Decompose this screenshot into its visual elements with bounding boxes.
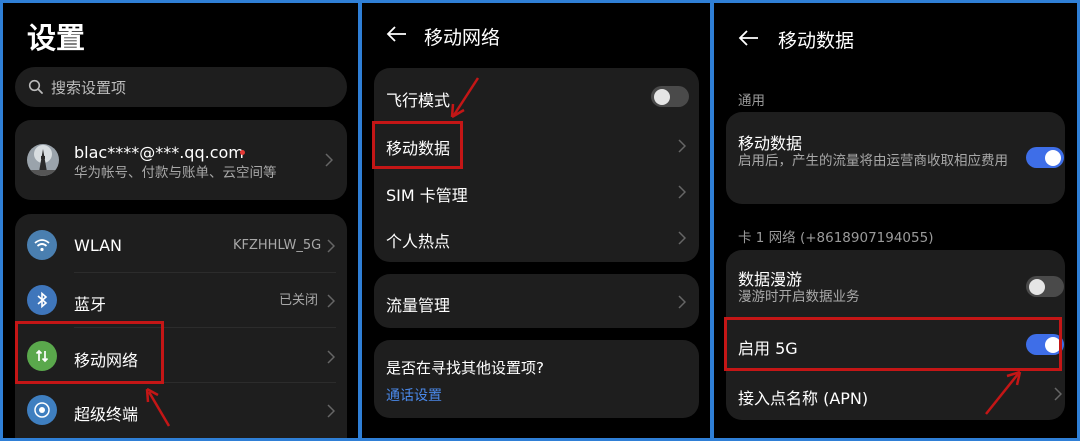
red-arrow	[145, 387, 171, 427]
account-email: blac****@***.qq.com	[74, 143, 244, 162]
settings-item-super-device[interactable]: 超级终端	[15, 382, 347, 437]
chevron-right-icon	[678, 139, 686, 153]
chevron-right-icon	[325, 153, 333, 167]
notification-dot	[240, 150, 245, 155]
item-label: 蓝牙	[74, 295, 107, 314]
chevron-right-icon	[678, 295, 686, 309]
traffic-management-row[interactable]: 流量管理	[374, 274, 699, 328]
page-title: 设置	[27, 21, 86, 55]
item-label: WLAN	[74, 236, 123, 255]
search-more-prompt: 是否在寻找其他设置项?	[386, 359, 544, 377]
data-roaming-toggle[interactable]	[1026, 276, 1064, 297]
search-icon	[28, 79, 44, 95]
chevron-right-icon	[678, 231, 686, 245]
row-label: 飞行模式	[386, 91, 451, 110]
back-arrow-icon[interactable]	[738, 27, 760, 49]
account-desc: 华为帐号、付款与账单、云空间等	[74, 165, 277, 181]
data-roaming-row[interactable]: 数据漫游 漫游时开启数据业务	[726, 250, 1065, 316]
chevron-right-icon	[327, 239, 335, 253]
avatar	[27, 144, 59, 176]
sim-card-row[interactable]: SIM 卡管理	[374, 168, 699, 214]
more-settings-card: 是否在寻找其他设置项? 通话设置	[374, 340, 699, 418]
mobile-data-toggle[interactable]	[1026, 147, 1064, 168]
section-header-card1: 卡 1 网络 (+8618907194055)	[738, 230, 934, 246]
row-desc: 漫游时开启数据业务	[738, 289, 860, 305]
row-label: 个人热点	[386, 232, 451, 251]
account-card[interactable]: blac****@***.qq.com 华为帐号、付款与账单、云空间等	[15, 120, 347, 200]
row-label: SIM 卡管理	[386, 186, 468, 205]
settings-item-bluetooth[interactable]: 蓝牙 已关闭	[15, 272, 347, 327]
row-label: 数据漫游	[738, 270, 803, 289]
red-arrow	[985, 370, 1022, 415]
highlight-box	[724, 317, 1062, 371]
settings-panel: 设置 搜索设置项 blac****@***.qq.com 华为帐号、付款与账单、…	[3, 3, 358, 438]
highlight-box	[15, 321, 164, 384]
page-title: 移动数据	[778, 30, 855, 52]
settings-item-wlan[interactable]: WLAN KFZHHLW_5G	[15, 214, 347, 269]
chevron-right-icon	[327, 404, 335, 418]
search-input[interactable]: 搜索设置项	[51, 77, 126, 98]
mobile-data-panel: 移动数据 通用 移动数据 启用后，产生的流量将由运营商收取相应费用 卡 1 网络…	[714, 3, 1077, 438]
item-value: KFZHHLW_5G	[233, 238, 322, 253]
chevron-right-icon	[678, 185, 686, 199]
row-label: 流量管理	[386, 296, 451, 315]
highlight-box	[372, 121, 463, 169]
item-label: 超级终端	[74, 405, 139, 424]
back-arrow-icon[interactable]	[386, 23, 408, 45]
chevron-right-icon	[327, 350, 335, 364]
wifi-icon	[27, 230, 57, 260]
section-header-general: 通用	[738, 93, 765, 109]
item-value: 已关闭	[279, 293, 319, 308]
mobile-network-panel: 移动网络 飞行模式 移动数据 SIM 卡管理 个人热点 流量管理 是否在寻找其他…	[362, 3, 710, 438]
mobile-data-card[interactable]: 移动数据 启用后，产生的流量将由运营商收取相应费用	[726, 112, 1065, 204]
row-desc: 启用后，产生的流量将由运营商收取相应费用	[738, 153, 1008, 169]
red-arrow	[450, 77, 480, 119]
hotspot-row[interactable]: 个人热点	[374, 214, 699, 260]
row-label: 移动数据	[738, 134, 803, 153]
chevron-right-icon	[1054, 387, 1062, 401]
page-title: 移动网络	[424, 27, 501, 49]
super-device-icon	[27, 395, 57, 425]
bluetooth-icon	[27, 285, 57, 315]
search-bar[interactable]: 搜索设置项	[15, 67, 347, 107]
airplane-mode-row[interactable]: 飞行模式	[374, 68, 699, 118]
airplane-mode-toggle[interactable]	[651, 86, 689, 107]
call-settings-link[interactable]: 通话设置	[386, 385, 442, 405]
chevron-right-icon	[327, 294, 335, 308]
row-label: 接入点名称 (APN)	[738, 389, 869, 408]
